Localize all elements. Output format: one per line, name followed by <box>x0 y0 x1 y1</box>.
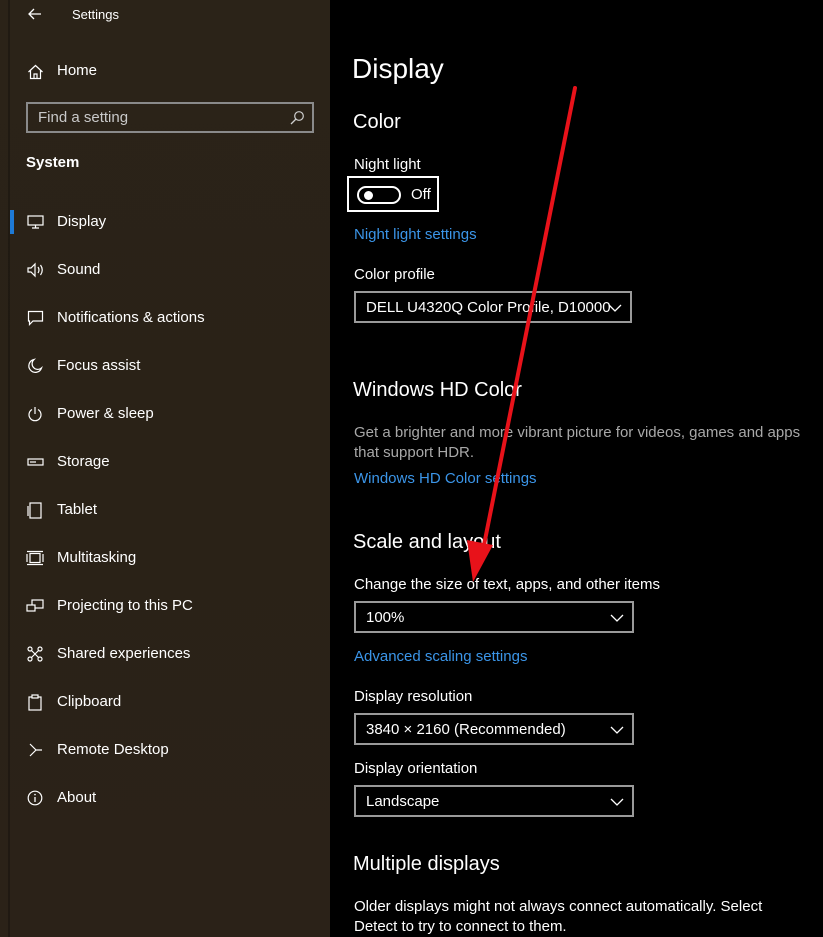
sidebar-item-label: Shared experiences <box>57 645 191 662</box>
advanced-scaling-link[interactable]: Advanced scaling settings <box>354 648 527 665</box>
sidebar-item-multitasking[interactable]: Multitasking <box>0 534 330 582</box>
notification-icon <box>25 308 45 328</box>
orientation-label: Display orientation <box>354 760 478 777</box>
sidebar-item-notifications[interactable]: Notifications & actions <box>0 294 330 342</box>
color-heading: Color <box>353 111 401 133</box>
main-content: Display Color Night light Off Night ligh… <box>330 0 823 937</box>
sidebar-item-label: Notifications & actions <box>57 309 205 326</box>
multiple-displays-heading: Multiple displays <box>353 853 500 875</box>
sidebar-item-label: Storage <box>57 453 110 470</box>
remote-desktop-icon <box>25 740 45 760</box>
sidebar-item-label: Sound <box>57 261 101 278</box>
scale-dropdown[interactable]: 100% <box>354 601 634 633</box>
info-icon <box>25 788 45 808</box>
sidebar-item-label: Clipboard <box>57 693 122 710</box>
toggle-knob <box>364 191 373 200</box>
color-profile-label: Color profile <box>354 266 435 283</box>
sidebar-item-storage[interactable]: Storage <box>0 438 330 486</box>
scale-size-label: Change the size of text, apps, and other… <box>354 576 661 593</box>
sidebar-item-label: Tablet <box>57 501 98 518</box>
orientation-dropdown[interactable]: Landscape <box>354 785 634 817</box>
sidebar-item-sound[interactable]: Sound <box>0 246 330 294</box>
dropdown-value: Landscape <box>366 793 440 810</box>
sidebar-item-home[interactable]: Home <box>0 54 330 88</box>
monitor-icon <box>25 212 45 232</box>
sidebar-item-power-sleep[interactable]: Power & sleep <box>0 390 330 438</box>
multitasking-icon <box>25 548 45 568</box>
toggle-switch[interactable] <box>357 186 401 204</box>
hd-color-heading: Windows HD Color <box>353 379 522 401</box>
dropdown-value: 3840 × 2160 (Recommended) <box>366 721 566 738</box>
page-title: Display <box>352 53 444 84</box>
sidebar-item-clipboard[interactable]: Clipboard <box>0 678 330 726</box>
hd-color-settings-link[interactable]: Windows HD Color settings <box>354 470 537 487</box>
night-light-label: Night light <box>354 156 421 173</box>
chevron-down-icon <box>610 726 624 734</box>
sidebar-item-label: About <box>57 789 97 806</box>
sidebar-item-label: Multitasking <box>57 549 137 566</box>
back-arrow-icon <box>28 8 41 20</box>
section-heading: System <box>26 154 80 171</box>
sidebar-item-about[interactable]: About <box>0 774 330 822</box>
hd-color-description-line1: Get a brighter and more vibrant picture … <box>354 424 801 441</box>
home-icon <box>25 62 45 82</box>
scale-layout-heading: Scale and layout <box>353 531 501 553</box>
resolution-label: Display resolution <box>354 688 473 705</box>
chevron-down-icon <box>610 798 624 806</box>
hd-color-description-line2: that support HDR. <box>354 444 475 461</box>
clipboard-icon <box>25 692 45 712</box>
search-input[interactable] <box>28 104 312 131</box>
night-light-toggle[interactable]: Off <box>347 176 439 212</box>
sidebar-item-label: Display <box>57 213 107 230</box>
search-box[interactable] <box>26 102 314 133</box>
sidebar-item-projecting[interactable]: Projecting to this PC <box>0 582 330 630</box>
shared-icon <box>25 644 45 664</box>
dropdown-value: DELL U4320Q Color Profile, D10000 <box>366 299 611 316</box>
sidebar-item-label: Home <box>57 62 98 79</box>
dropdown-value: 100% <box>366 609 405 626</box>
resolution-dropdown[interactable]: 3840 × 2160 (Recommended) <box>354 713 634 745</box>
night-light-settings-link[interactable]: Night light settings <box>354 226 477 243</box>
sidebar-item-shared-experiences[interactable]: Shared experiences <box>0 630 330 678</box>
color-profile-dropdown[interactable]: DELL U4320Q Color Profile, D10000 <box>354 291 632 323</box>
power-icon <box>25 404 45 424</box>
sidebar-nav: Display Sound Notifications & actions Fo… <box>0 198 330 822</box>
speaker-icon <box>25 260 45 280</box>
search-icon[interactable] <box>289 110 305 126</box>
tablet-icon <box>25 500 45 520</box>
chevron-down-icon <box>608 304 622 312</box>
moon-icon <box>25 356 45 376</box>
sidebar-item-focus-assist[interactable]: Focus assist <box>0 342 330 390</box>
multiple-displays-text-line2: Detect to try to connect to them. <box>354 918 567 935</box>
title-bar: Settings <box>0 0 330 30</box>
chevron-down-icon <box>610 614 624 622</box>
multiple-displays-text-line1: Older displays might not always connect … <box>354 898 763 915</box>
back-button[interactable] <box>22 2 48 26</box>
sidebar-item-label: Remote Desktop <box>57 741 169 758</box>
sidebar-item-label: Power & sleep <box>57 405 154 422</box>
sidebar-item-display[interactable]: Display <box>0 198 330 246</box>
app-title: Settings <box>72 7 119 22</box>
storage-icon <box>25 452 45 472</box>
sidebar: Settings Home System Display Sound <box>0 0 330 937</box>
sidebar-item-remote-desktop[interactable]: Remote Desktop <box>0 726 330 774</box>
projecting-icon <box>25 596 45 616</box>
sidebar-item-label: Projecting to this PC <box>57 597 193 614</box>
toggle-state: Off <box>411 186 431 203</box>
sidebar-item-tablet[interactable]: Tablet <box>0 486 330 534</box>
sidebar-item-label: Focus assist <box>57 357 141 374</box>
